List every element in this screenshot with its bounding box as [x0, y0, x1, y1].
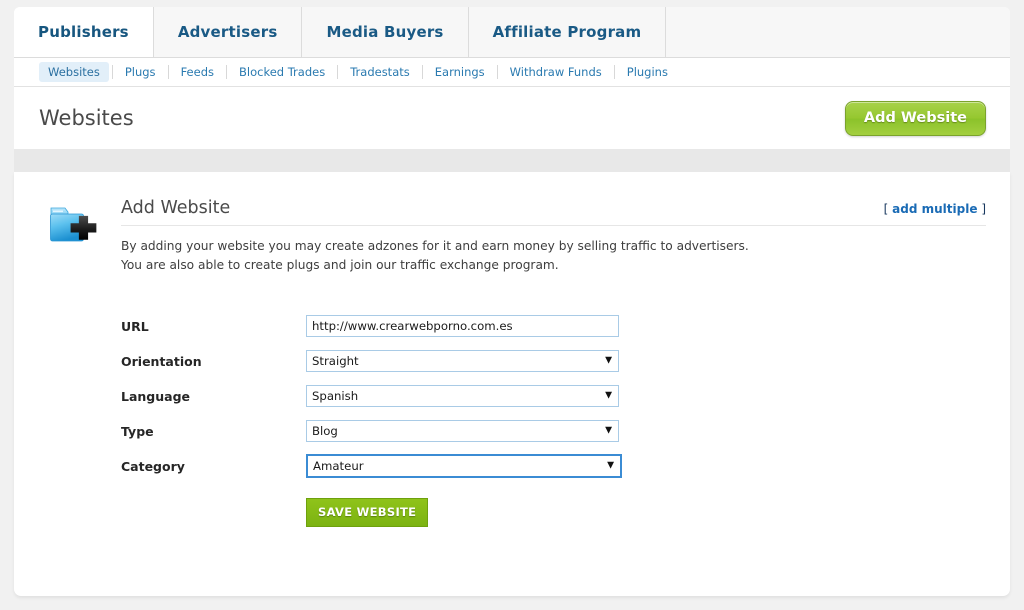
- subnav-item-plugs-label: Plugs: [124, 65, 156, 79]
- form-actions-spacer: [121, 498, 306, 527]
- url-input[interactable]: [306, 315, 619, 338]
- orientation-select-value: Straight: [312, 354, 359, 369]
- subnav-separator: [337, 65, 339, 79]
- secondary-nav: Websites Plugs Feeds Blocked Trades Trad…: [14, 58, 1010, 87]
- description-line-1: By adding your website you may create ad…: [121, 239, 749, 253]
- type-select-value: Blog: [312, 424, 338, 439]
- label-orientation: Orientation: [121, 353, 202, 369]
- add-website-button[interactable]: Add Website: [844, 100, 986, 136]
- page-title: Websites: [39, 106, 134, 130]
- description-line-2: You are also able to create plugs and jo…: [121, 257, 559, 272]
- subnav-separator: [111, 65, 113, 79]
- subnav-separator: [421, 65, 423, 79]
- form-row-language: Language Spanish ▼: [121, 379, 986, 414]
- tab-advertisers-label: Advertisers: [177, 23, 278, 41]
- tab-media-buyers[interactable]: Media Buyers: [302, 7, 469, 57]
- orientation-select[interactable]: Straight ▼: [306, 350, 619, 373]
- type-select[interactable]: Blog ▼: [306, 420, 619, 443]
- tab-affiliate-program[interactable]: Affiliate Program: [468, 7, 667, 57]
- subnav-item-withdraw-funds-label: Withdraw Funds: [509, 65, 602, 79]
- bracket-open: [: [883, 202, 889, 216]
- subnav-separator: [496, 65, 498, 79]
- add-multiple-wrapper: [ add multiple ]: [884, 202, 986, 218]
- subnav-item-plugins-label: Plugins: [626, 65, 668, 79]
- tab-affiliate-program-label: Affiliate Program: [492, 23, 642, 41]
- form-row-category: Category Amateur ▼: [121, 449, 986, 484]
- label-category: Category: [121, 458, 185, 474]
- tab-strip-filler: [666, 7, 1010, 57]
- add-multiple-link[interactable]: add multiple: [892, 202, 977, 216]
- bracket-close: ]: [981, 202, 986, 216]
- subnav-item-earnings-label: Earnings: [434, 65, 485, 79]
- form-actions: SAVE WEBSITE: [121, 497, 986, 527]
- add-website-card: Add Website [ add multiple ] By adding y…: [14, 172, 1010, 596]
- language-select[interactable]: Spanish ▼: [306, 385, 619, 408]
- tab-publishers-label: Publishers: [38, 23, 129, 41]
- card-title: Add Website: [121, 198, 231, 218]
- subnav-item-tradestats-label: Tradestats: [350, 65, 410, 79]
- chevron-down-icon: ▼: [605, 355, 612, 366]
- subnav-item-plugins[interactable]: Plugins: [618, 62, 677, 82]
- subnav-item-feeds[interactable]: Feeds: [172, 62, 223, 82]
- subnav-item-earnings[interactable]: Earnings: [426, 62, 494, 82]
- subnav-item-blocked-trades-label: Blocked Trades: [239, 65, 326, 79]
- form-row-type: Type Blog ▼: [121, 414, 986, 449]
- label-language: Language: [121, 388, 191, 404]
- card-description: By adding your website you may create ad…: [121, 237, 986, 275]
- add-website-form: URL Orientation Straight ▼ Language Span…: [121, 309, 986, 527]
- category-select-value: Amateur: [313, 459, 364, 474]
- tab-media-buyers-label: Media Buyers: [326, 23, 444, 41]
- subnav-separator: [226, 65, 227, 79]
- label-type: Type: [121, 423, 154, 439]
- folder-add-icon: [48, 202, 102, 250]
- form-row-url: URL: [121, 309, 986, 344]
- subnav-item-websites[interactable]: Websites: [39, 62, 109, 82]
- form-row-orientation: Orientation Straight ▼: [121, 344, 986, 379]
- primary-tab-strip: Publishers Advertisers Media Buyers Affi…: [14, 7, 1010, 58]
- chevron-down-icon: ▼: [605, 425, 612, 436]
- tab-publishers[interactable]: Publishers: [14, 7, 154, 57]
- language-select-value: Spanish: [312, 389, 359, 404]
- subnav-item-plugs[interactable]: Plugs: [116, 62, 165, 82]
- top-shell: Publishers Advertisers Media Buyers Affi…: [14, 7, 1010, 149]
- chevron-down-icon: ▼: [607, 460, 614, 471]
- subnav-item-withdraw-funds[interactable]: Withdraw Funds: [501, 62, 611, 82]
- page-header-bar: Websites Add Website: [14, 87, 1010, 149]
- subnav-separator: [613, 65, 615, 79]
- subnav-item-websites-label: Websites: [48, 65, 100, 79]
- category-select[interactable]: Amateur ▼: [306, 454, 622, 479]
- subnav-item-tradestats[interactable]: Tradestats: [341, 62, 419, 82]
- subnav-item-blocked-trades[interactable]: Blocked Trades: [230, 62, 334, 82]
- subnav-separator: [167, 65, 169, 79]
- tab-advertisers[interactable]: Advertisers: [153, 7, 303, 57]
- section-gutter: [14, 149, 1010, 172]
- page-root: Publishers Advertisers Media Buyers Affi…: [0, 0, 1024, 610]
- subnav-item-feeds-label: Feeds: [180, 65, 214, 79]
- card-header: Add Website [ add multiple ]: [121, 198, 986, 226]
- card-inner: Add Website [ add multiple ] By adding y…: [14, 172, 1010, 527]
- chevron-down-icon: ▼: [605, 390, 612, 401]
- save-website-button[interactable]: SAVE WEBSITE: [306, 497, 429, 527]
- label-url: URL: [121, 318, 149, 334]
